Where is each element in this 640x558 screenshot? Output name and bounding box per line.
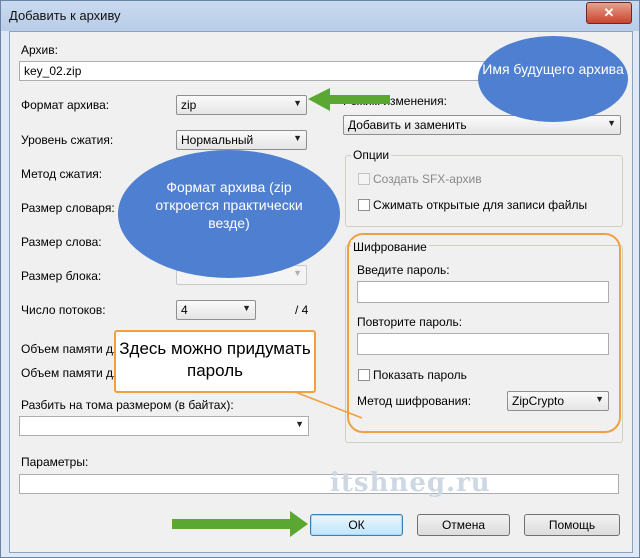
enc-method-select[interactable]: ZipCrypto ▼	[507, 391, 609, 411]
params-input[interactable]	[19, 474, 619, 494]
level-label: Уровень сжатия:	[21, 133, 114, 147]
threads-max: / 4	[295, 303, 309, 317]
chevron-down-icon: ▼	[293, 268, 302, 278]
password-input[interactable]	[357, 281, 609, 303]
archive-label: Архив:	[21, 43, 58, 57]
enc-method-label: Метод шифрования:	[357, 394, 472, 408]
block-label: Размер блока:	[21, 269, 102, 283]
options-group	[345, 155, 623, 227]
watermark: itshneg.ru	[330, 468, 491, 498]
chevron-down-icon: ▼	[293, 98, 302, 108]
chevron-down-icon: ▼	[295, 419, 304, 429]
ok-button[interactable]: ОК	[310, 514, 403, 536]
split-select[interactable]: ▼	[19, 416, 309, 436]
cloud-format: Формат архива (zip откроется практически…	[118, 150, 340, 278]
params-label: Параметры:	[21, 455, 89, 469]
mem-pack-label: Объем памяти для упаковки:	[21, 342, 121, 356]
repeat-password-label: Повторите пароль:	[357, 315, 463, 329]
word-label: Размер слова:	[21, 235, 102, 249]
split-label: Разбить на тома размером (в байтах):	[21, 398, 234, 412]
close-icon[interactable]: ✕	[586, 2, 632, 24]
options-title: Опции	[351, 148, 392, 162]
title-bar: Добавить к архиву ✕	[1, 1, 639, 31]
update-label: Режим изменения:	[343, 94, 447, 108]
encryption-title: Шифрование	[351, 240, 429, 254]
chevron-down-icon: ▼	[607, 118, 616, 128]
format-value: zip	[181, 98, 197, 112]
sfx-checkbox[interactable]	[358, 173, 370, 185]
threads-select[interactable]: 4 ▼	[176, 300, 256, 320]
format-select[interactable]: zip ▼	[176, 95, 307, 115]
shared-files-checkbox[interactable]	[358, 199, 370, 211]
password-label: Введите пароль:	[357, 263, 450, 277]
cancel-button[interactable]: Отмена	[417, 514, 510, 536]
threads-value: 4	[181, 303, 188, 317]
show-password-checkbox[interactable]	[358, 369, 370, 381]
method-label: Метод сжатия:	[21, 167, 103, 181]
repeat-password-input[interactable]	[357, 333, 609, 355]
show-password-label: Показать пароль	[373, 368, 467, 382]
mem-unpack-label: Объем памяти для распаковки:	[21, 366, 121, 380]
threads-label: Число потоков:	[21, 303, 106, 317]
cloud-archive-name: Имя будущего архива	[478, 36, 628, 122]
help-button[interactable]: Помощь	[524, 514, 620, 536]
level-select[interactable]: Нормальный ▼	[176, 130, 307, 150]
chevron-down-icon: ▼	[293, 133, 302, 143]
window-title: Добавить к архиву	[9, 8, 121, 23]
shared-files-label: Сжимать открытые для записи файлы	[373, 198, 588, 212]
enc-method-value: ZipCrypto	[512, 394, 565, 408]
dict-label: Размер словаря:	[21, 201, 115, 215]
password-callout: Здесь можно придумать пароль	[114, 330, 316, 393]
format-label: Формат архива:	[21, 98, 110, 112]
level-value: Нормальный	[181, 133, 254, 147]
update-value: Добавить и заменить	[348, 118, 467, 132]
chevron-down-icon: ▼	[242, 303, 251, 313]
sfx-label: Создать SFX-архив	[373, 172, 482, 186]
chevron-down-icon: ▼	[595, 394, 604, 404]
